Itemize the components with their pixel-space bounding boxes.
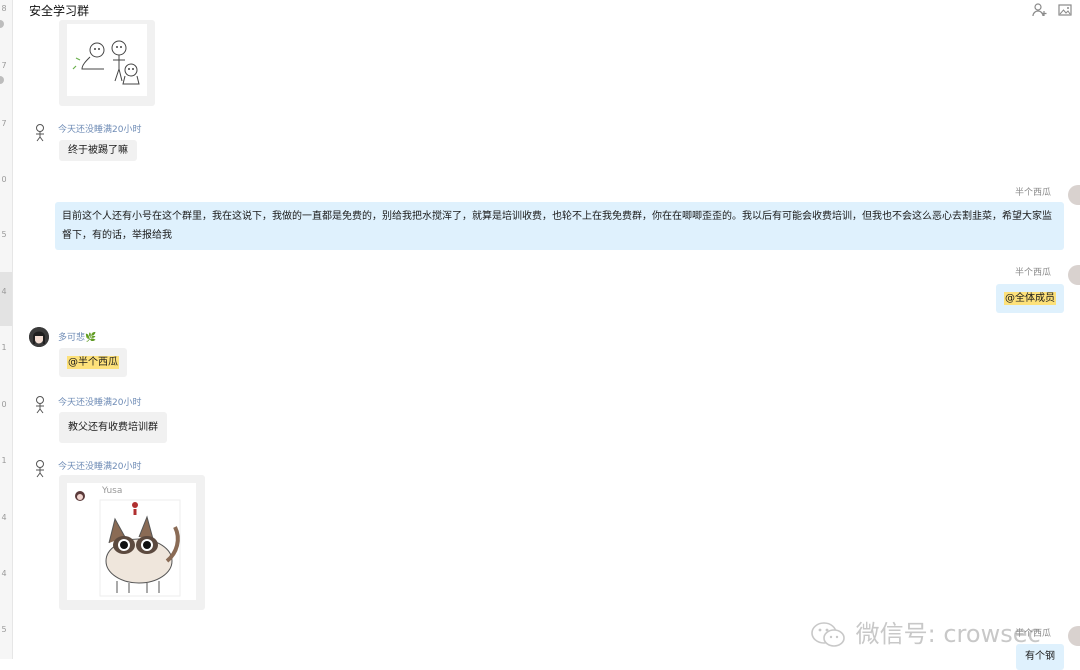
sender-name: 半个西瓜 bbox=[1014, 629, 1051, 639]
sender-name: 半个西瓜 bbox=[1014, 188, 1051, 198]
list-fragment: 5 bbox=[1, 625, 7, 634]
avatar[interactable] bbox=[29, 327, 49, 347]
unread-dot bbox=[0, 76, 4, 84]
chat-header: 安全学习群 bbox=[13, 0, 1080, 22]
image-message[interactable] bbox=[59, 20, 155, 106]
list-fragment: 8 bbox=[1, 4, 7, 13]
avatar[interactable] bbox=[30, 122, 50, 142]
mention-tag[interactable]: @半个西瓜 bbox=[67, 356, 119, 369]
message-bubble[interactable]: 目前这个人还有小号在这个群里，我在这说下，我做的一直都是免费的，别给我把水搅浑了… bbox=[55, 202, 1064, 250]
screenshot-icon[interactable] bbox=[1057, 2, 1073, 18]
list-fragment: 4 bbox=[1, 513, 7, 522]
avatar[interactable] bbox=[1068, 185, 1080, 205]
cat-sticker-image: Yusa bbox=[67, 483, 196, 600]
list-fragment: 7 bbox=[1, 61, 7, 70]
wechat-watermark: 微信号: crowsec bbox=[810, 614, 1041, 654]
list-fragment: 4 bbox=[1, 287, 7, 296]
list-fragment: 1 bbox=[1, 456, 7, 465]
sender-name: 今天还没睡满20小时 bbox=[58, 125, 142, 135]
message-list[interactable]: 今天还没睡满20小时 终于被踢了嘛 半个西瓜 目前这个人还有小号在这个群里，我在… bbox=[13, 20, 1080, 670]
selected-conversation-highlight bbox=[0, 272, 12, 326]
mention-tag[interactable]: @全体成员 bbox=[1004, 292, 1056, 305]
list-fragment: 5 bbox=[1, 230, 7, 239]
leaf-emoji: 🌿 bbox=[85, 333, 97, 343]
avatar[interactable] bbox=[1068, 626, 1080, 646]
chat-title: 安全学习群 bbox=[29, 4, 90, 18]
list-fragment: 0 bbox=[1, 175, 7, 184]
message-bubble[interactable]: 终于被踢了嘛 bbox=[59, 140, 137, 161]
message-bubble[interactable]: 教父还有收费培训群 bbox=[59, 412, 167, 443]
sender-name: 今天还没睡满20小时 bbox=[58, 398, 142, 408]
message-bubble[interactable]: @全体成员 bbox=[996, 284, 1064, 313]
watermark-prefix: 微信号: bbox=[855, 620, 944, 648]
conversation-list-edge[interactable]: 8 7 7 0 5 4 1 0 1 4 4 5 bbox=[0, 0, 13, 659]
message-bubble[interactable]: 有个钢 bbox=[1016, 644, 1064, 670]
list-fragment: 0 bbox=[1, 400, 7, 409]
unread-dot bbox=[0, 20, 4, 28]
avatar[interactable] bbox=[30, 394, 50, 414]
add-member-icon[interactable] bbox=[1032, 2, 1048, 18]
wechat-icon bbox=[810, 620, 856, 648]
meme-image bbox=[67, 24, 147, 96]
image-message[interactable]: Yusa bbox=[59, 475, 205, 610]
message-bubble[interactable]: @半个西瓜 bbox=[59, 348, 127, 377]
avatar[interactable] bbox=[1068, 265, 1080, 285]
sender-name-text: 多可悲 bbox=[58, 333, 86, 343]
sender-name: 多可悲🌿 bbox=[58, 330, 96, 343]
sender-name: 半个西瓜 bbox=[1014, 268, 1051, 278]
list-fragment: 1 bbox=[1, 343, 7, 352]
list-fragment: 4 bbox=[1, 569, 7, 578]
avatar[interactable] bbox=[30, 458, 50, 478]
sender-name: 今天还没睡满20小时 bbox=[58, 462, 142, 472]
list-fragment: 7 bbox=[1, 119, 7, 128]
